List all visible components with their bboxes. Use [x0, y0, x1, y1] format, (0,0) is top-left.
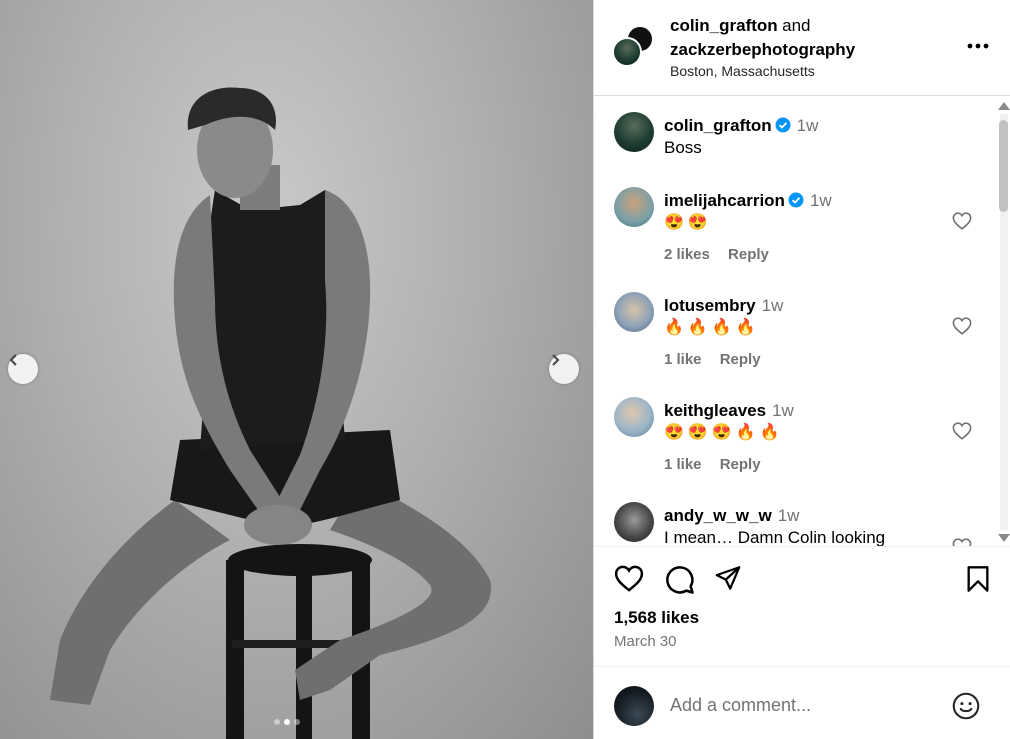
- comment-likes[interactable]: 1 like: [664, 351, 702, 368]
- avatar[interactable]: [614, 292, 654, 332]
- comment-time[interactable]: 1w: [778, 506, 800, 525]
- heart-icon[interactable]: [952, 212, 972, 230]
- like-heart-icon[interactable]: [614, 565, 644, 592]
- comment-time[interactable]: 1w: [772, 401, 794, 420]
- share-send-icon[interactable]: [714, 565, 742, 592]
- collab-avatars[interactable]: [612, 25, 656, 69]
- comments-list[interactable]: colin_grafton 1w Boss imelijahcarrion 1w 😍…: [594, 97, 994, 546]
- author-username[interactable]: colin_grafton: [670, 16, 778, 35]
- comment-icon[interactable]: [665, 565, 695, 595]
- comment-text: Boss: [664, 138, 702, 157]
- avatar[interactable]: [614, 502, 654, 542]
- post-photo[interactable]: [0, 0, 593, 739]
- current-user-avatar: [614, 686, 654, 726]
- scroll-down-arrow[interactable]: [998, 534, 1010, 542]
- avatar[interactable]: [614, 397, 654, 437]
- previous-photo-button[interactable]: [8, 354, 38, 384]
- comment-likes[interactable]: 2 likes: [664, 246, 710, 263]
- avatar[interactable]: [614, 187, 654, 227]
- author-joiner: and: [782, 16, 811, 35]
- comment-username[interactable]: colin_grafton: [664, 116, 772, 135]
- heart-icon[interactable]: [952, 538, 972, 546]
- carousel-dot: [294, 719, 300, 725]
- hands: [244, 505, 312, 545]
- more-horizontal-icon: [967, 43, 989, 49]
- chevron-right-icon: [552, 354, 560, 366]
- post-authors: colin_grafton and zackzerbephotography B…: [670, 14, 855, 81]
- post-actions: 1,568 likes March 30: [594, 546, 1010, 666]
- scrollbar-thumb[interactable]: [999, 120, 1008, 212]
- bookmark-save-icon[interactable]: [966, 565, 990, 593]
- chevron-left-icon: [9, 354, 17, 366]
- comment-text: 😍😍: [664, 214, 712, 231]
- comment-input[interactable]: [670, 695, 930, 716]
- avatar: [612, 37, 642, 67]
- scroll-up-arrow[interactable]: [998, 102, 1010, 110]
- post-header: colin_grafton and zackzerbephotography B…: [594, 0, 1010, 96]
- comment-username[interactable]: lotusembry: [664, 296, 756, 315]
- carousel-indicator: [274, 719, 300, 725]
- avatar[interactable]: [614, 112, 654, 152]
- heart-icon[interactable]: [952, 422, 972, 440]
- post-location[interactable]: Boston, Massachusetts: [670, 61, 855, 81]
- post-date[interactable]: March 30: [614, 633, 677, 650]
- comment-username[interactable]: andy_w_w_w: [664, 506, 772, 525]
- heart-icon[interactable]: [952, 317, 972, 335]
- comment-text: 🔥🔥🔥🔥: [664, 319, 760, 336]
- comment-text: I mean… Damn Colin looking: [664, 528, 886, 546]
- reply-button[interactable]: Reply: [720, 456, 761, 473]
- post-sidebar: colin_grafton and zackzerbephotography B…: [593, 0, 1010, 739]
- more-options-button[interactable]: [967, 36, 989, 54]
- comments-scrollbar[interactable]: [995, 100, 1010, 544]
- carousel-dot-active: [284, 719, 290, 725]
- collaborator-username[interactable]: zackzerbephotography: [670, 38, 855, 61]
- next-photo-button[interactable]: [549, 354, 579, 384]
- comment-likes[interactable]: 1 like: [664, 456, 702, 473]
- comment-text: 😍😍😍🔥🔥: [664, 424, 784, 441]
- reply-button[interactable]: Reply: [720, 351, 761, 368]
- likes-count[interactable]: 1,568 likes: [614, 608, 699, 628]
- verified-badge-icon: [788, 192, 804, 208]
- comment-username[interactable]: imelijahcarrion: [664, 191, 785, 210]
- add-comment-bar: [594, 666, 1010, 739]
- post-photo-illustration: [50, 87, 492, 739]
- verified-badge-icon: [775, 117, 791, 133]
- comment-time[interactable]: 1w: [797, 116, 819, 135]
- comment-time[interactable]: 1w: [762, 296, 784, 315]
- carousel-dot: [274, 719, 280, 725]
- comment-time[interactable]: 1w: [810, 191, 832, 210]
- reply-button[interactable]: Reply: [728, 246, 769, 263]
- comment-username[interactable]: keithgleaves: [664, 401, 766, 420]
- emoji-icon[interactable]: [952, 692, 980, 720]
